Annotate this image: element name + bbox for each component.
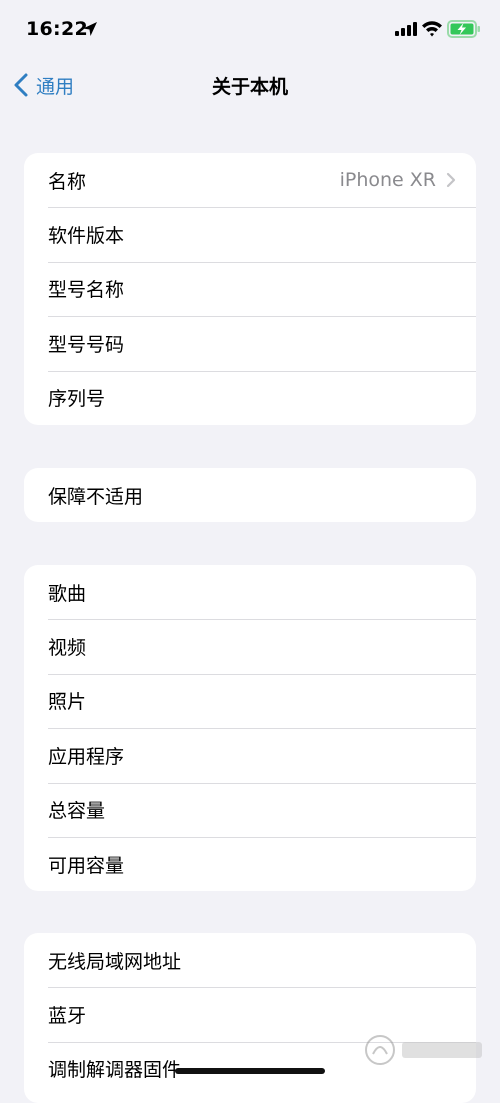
home-indicator[interactable]	[175, 1068, 325, 1074]
row-photos: 照片	[24, 673, 476, 728]
page-title: 关于本机	[211, 76, 288, 98]
row-label: 应用程序	[48, 745, 125, 768]
row-label: 总容量	[48, 800, 106, 823]
row-label: 序列号	[48, 388, 106, 411]
row-label: 歌曲	[48, 582, 87, 605]
row-label: 型号号码	[48, 333, 125, 356]
chevron-right-icon	[446, 173, 456, 188]
row-value: iPhone XR	[339, 169, 436, 192]
status-bar: 16:22	[0, 0, 500, 60]
row-label: 无线局域网地址	[48, 950, 182, 973]
warranty-group: 保障不适用	[24, 468, 476, 523]
status-time: 16:22	[26, 18, 88, 40]
cellular-signal-icon	[395, 22, 417, 36]
row-label: 蓝牙	[48, 1005, 87, 1028]
watermark-logo	[365, 1035, 482, 1065]
row-songs: 歌曲	[24, 565, 476, 619]
navigation-bar: 通用 关于本机	[0, 60, 500, 110]
battery-charging-icon	[447, 20, 480, 38]
row-label: 视频	[48, 637, 87, 660]
storage-group: 歌曲 视频 照片 应用程序 总容量 可用容量	[24, 565, 476, 892]
row-warranty[interactable]: 保障不适用	[24, 468, 476, 522]
device-info-group: 名称 iPhone XR 软件版本 型号名称 型号号码 序列号	[24, 153, 476, 425]
row-label: 软件版本	[48, 225, 125, 248]
wifi-icon	[422, 21, 442, 37]
row-model-name: 型号名称	[24, 261, 476, 316]
row-serial-number[interactable]: 序列号	[24, 370, 476, 425]
row-label: 可用容量	[48, 854, 125, 877]
row-wifi-address: 无线局域网地址	[24, 933, 476, 987]
row-total-capacity: 总容量	[24, 782, 476, 837]
row-device-name[interactable]: 名称 iPhone XR	[24, 153, 476, 207]
network-group: 无线局域网地址 蓝牙 调制解调器固件	[24, 933, 476, 1103]
location-arrow-icon	[83, 22, 97, 36]
row-label: 型号名称	[48, 279, 125, 302]
row-applications: 应用程序	[24, 728, 476, 782]
row-software-version[interactable]: 软件版本	[24, 207, 476, 261]
row-available-capacity: 可用容量	[24, 836, 476, 891]
row-videos: 视频	[24, 619, 476, 673]
row-label: 名称	[48, 170, 87, 193]
row-model-number[interactable]: 型号号码	[24, 316, 476, 370]
row-label: 保障不适用	[48, 485, 144, 508]
row-label: 照片	[48, 691, 87, 714]
